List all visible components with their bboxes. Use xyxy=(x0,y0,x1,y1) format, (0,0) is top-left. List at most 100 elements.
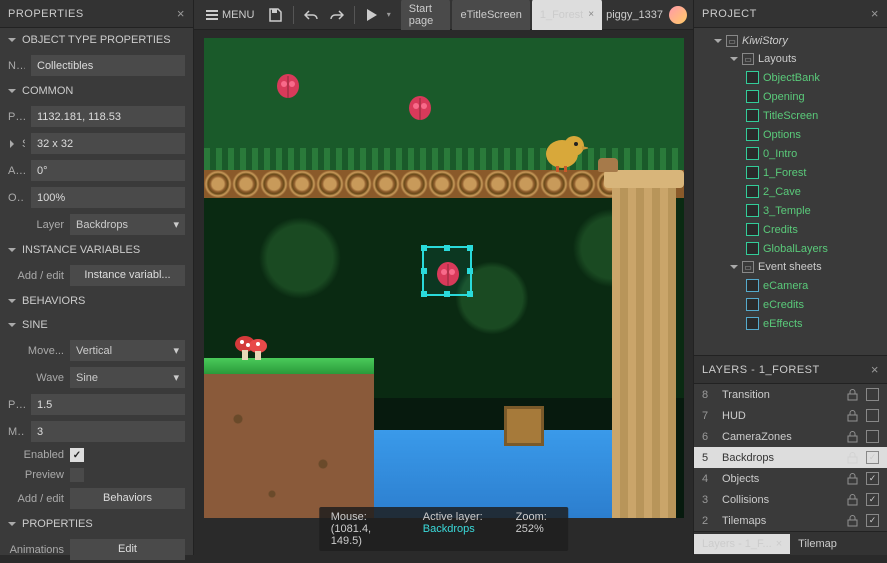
layout-canvas[interactable]: Mouse: (1081.4, 149.5) Active layer: Bac… xyxy=(194,30,693,555)
project-tree: ▭KiwiStory ▭Layouts ObjectBankOpeningTit… xyxy=(694,28,887,355)
visibility-checkbox[interactable] xyxy=(866,409,879,422)
close-icon: × xyxy=(776,538,782,550)
layer-row[interactable]: 8Transition xyxy=(694,384,887,405)
tree-layout-item[interactable]: GlobalLayers xyxy=(694,239,887,258)
event-label: eCredits xyxy=(763,299,804,311)
folder-icon: ▭ xyxy=(742,261,754,273)
layout-label: 2_Cave xyxy=(763,186,801,198)
event-icon xyxy=(746,298,759,311)
layer-row[interactable]: 5Backdrops✓ xyxy=(694,447,887,468)
layers-title: LAYERS - 1_FOREST xyxy=(702,364,820,376)
avatar-icon xyxy=(669,6,687,24)
visibility-checkbox[interactable] xyxy=(866,388,879,401)
save-button[interactable] xyxy=(264,3,286,27)
tab-etitlescreen[interactable]: eTitleScreen xyxy=(452,0,529,31)
tab-tilemap[interactable]: Tilemap xyxy=(790,534,845,554)
lock-icon[interactable] xyxy=(847,515,858,527)
magnitude-input[interactable] xyxy=(31,421,185,442)
caret-right-icon[interactable] xyxy=(8,140,16,148)
tree-layout-item[interactable]: Options xyxy=(694,125,887,144)
tree-event-item[interactable]: eEffects xyxy=(694,314,887,333)
lock-icon[interactable] xyxy=(847,473,858,485)
tab-1-forest[interactable]: 1_Forest× xyxy=(532,0,602,31)
tab-start-page[interactable]: Start page xyxy=(401,0,451,31)
tree-events[interactable]: ▭Event sheets xyxy=(694,258,887,276)
editor-tabs: Start page eTitleScreen 1_Forest× xyxy=(401,0,602,31)
section-sine[interactable]: SINE xyxy=(0,313,193,337)
event-label: eEffects xyxy=(763,318,803,330)
layout-icon xyxy=(746,166,759,179)
caret-down-icon xyxy=(714,37,722,45)
properties-panel: PROPERTIES × OBJECT TYPE PROPERTIES Name… xyxy=(0,0,194,555)
edit-animations-button[interactable]: Edit xyxy=(70,539,185,560)
tree-layout-item[interactable]: Opening xyxy=(694,87,887,106)
menu-button[interactable]: MENU xyxy=(200,3,260,27)
tree-layout-item[interactable]: 3_Temple xyxy=(694,201,887,220)
caret-down-icon xyxy=(8,87,16,95)
tree-root[interactable]: ▭KiwiStory xyxy=(694,32,887,50)
user-badge[interactable]: piggy_1337 xyxy=(606,6,687,24)
undo-button[interactable] xyxy=(299,3,321,27)
visibility-checkbox[interactable] xyxy=(866,430,879,443)
section-properties[interactable]: PROPERTIES xyxy=(0,512,193,536)
tree-layout-item[interactable]: Credits xyxy=(694,220,887,239)
beetle-sprite-selected[interactable] xyxy=(432,256,464,288)
visibility-checkbox[interactable]: ✓ xyxy=(866,451,879,464)
close-icon[interactable]: × xyxy=(588,9,594,20)
tree-event-item[interactable]: eCamera xyxy=(694,276,887,295)
movement-select[interactable]: Vertical▾ xyxy=(70,340,185,361)
tree-layout-item[interactable]: 0_Intro xyxy=(694,144,887,163)
layer-row[interactable]: 2Tilemaps✓ xyxy=(694,510,887,531)
section-behaviors[interactable]: BEHAVIORS xyxy=(0,289,193,313)
layout-icon xyxy=(746,147,759,160)
play-button[interactable] xyxy=(361,3,383,27)
close-icon[interactable]: × xyxy=(871,362,879,377)
preview-checkbox[interactable] xyxy=(70,468,84,482)
lock-icon[interactable] xyxy=(847,431,858,443)
layout-icon xyxy=(746,223,759,236)
tab-layers[interactable]: Layers - 1_F...× xyxy=(694,534,790,554)
layout-label: Credits xyxy=(763,224,798,236)
section-common[interactable]: COMMON xyxy=(0,79,193,103)
behaviors-button[interactable]: Behaviors xyxy=(70,488,185,509)
layer-select[interactable]: Backdrops▾ xyxy=(70,214,185,235)
chevron-down-icon[interactable]: ▾ xyxy=(387,10,391,19)
lock-icon[interactable] xyxy=(847,494,858,506)
enabled-checkbox[interactable]: ✓ xyxy=(70,448,84,462)
tree-layout-item[interactable]: 1_Forest xyxy=(694,163,887,182)
tree-layout-item[interactable]: ObjectBank xyxy=(694,68,887,87)
angle-input[interactable] xyxy=(31,160,185,181)
properties-header: PROPERTIES × xyxy=(0,0,193,28)
lock-icon[interactable] xyxy=(847,452,858,464)
section-object-type[interactable]: OBJECT TYPE PROPERTIES xyxy=(0,28,193,52)
layer-row[interactable]: 7HUD xyxy=(694,405,887,426)
tree-layout-item[interactable]: 2_Cave xyxy=(694,182,887,201)
tree-layouts[interactable]: ▭Layouts xyxy=(694,50,887,68)
period-input[interactable] xyxy=(31,394,185,415)
section-instance-vars[interactable]: INSTANCE VARIABLES xyxy=(0,238,193,262)
visibility-checkbox[interactable]: ✓ xyxy=(866,514,879,527)
close-icon[interactable]: × xyxy=(177,6,185,21)
wave-select[interactable]: Sine▾ xyxy=(70,367,185,388)
tree-event-item[interactable]: eCredits xyxy=(694,295,887,314)
prop-name-row: Name xyxy=(0,52,193,79)
layout-icon xyxy=(746,204,759,217)
redo-button[interactable] xyxy=(326,3,348,27)
size-input[interactable] xyxy=(31,133,185,154)
visibility-checkbox[interactable]: ✓ xyxy=(866,472,879,485)
tree-layout-item[interactable]: TitleScreen xyxy=(694,106,887,125)
lock-icon[interactable] xyxy=(847,410,858,422)
name-input[interactable] xyxy=(31,55,185,76)
layout-icon xyxy=(746,185,759,198)
lock-icon[interactable] xyxy=(847,389,858,401)
position-input[interactable] xyxy=(31,106,185,127)
layer-row[interactable]: 6CameraZones xyxy=(694,426,887,447)
close-icon[interactable]: × xyxy=(871,6,879,21)
layer-row[interactable]: 3Collisions✓ xyxy=(694,489,887,510)
visibility-checkbox[interactable]: ✓ xyxy=(866,493,879,506)
caret-down-icon xyxy=(8,297,16,305)
instance-vars-button[interactable]: Instance variabl... xyxy=(70,265,185,286)
layer-row[interactable]: 4Objects✓ xyxy=(694,468,887,489)
right-panels: PROJECT × ▭KiwiStory ▭Layouts ObjectBank… xyxy=(693,0,887,555)
opacity-input[interactable] xyxy=(31,187,185,208)
